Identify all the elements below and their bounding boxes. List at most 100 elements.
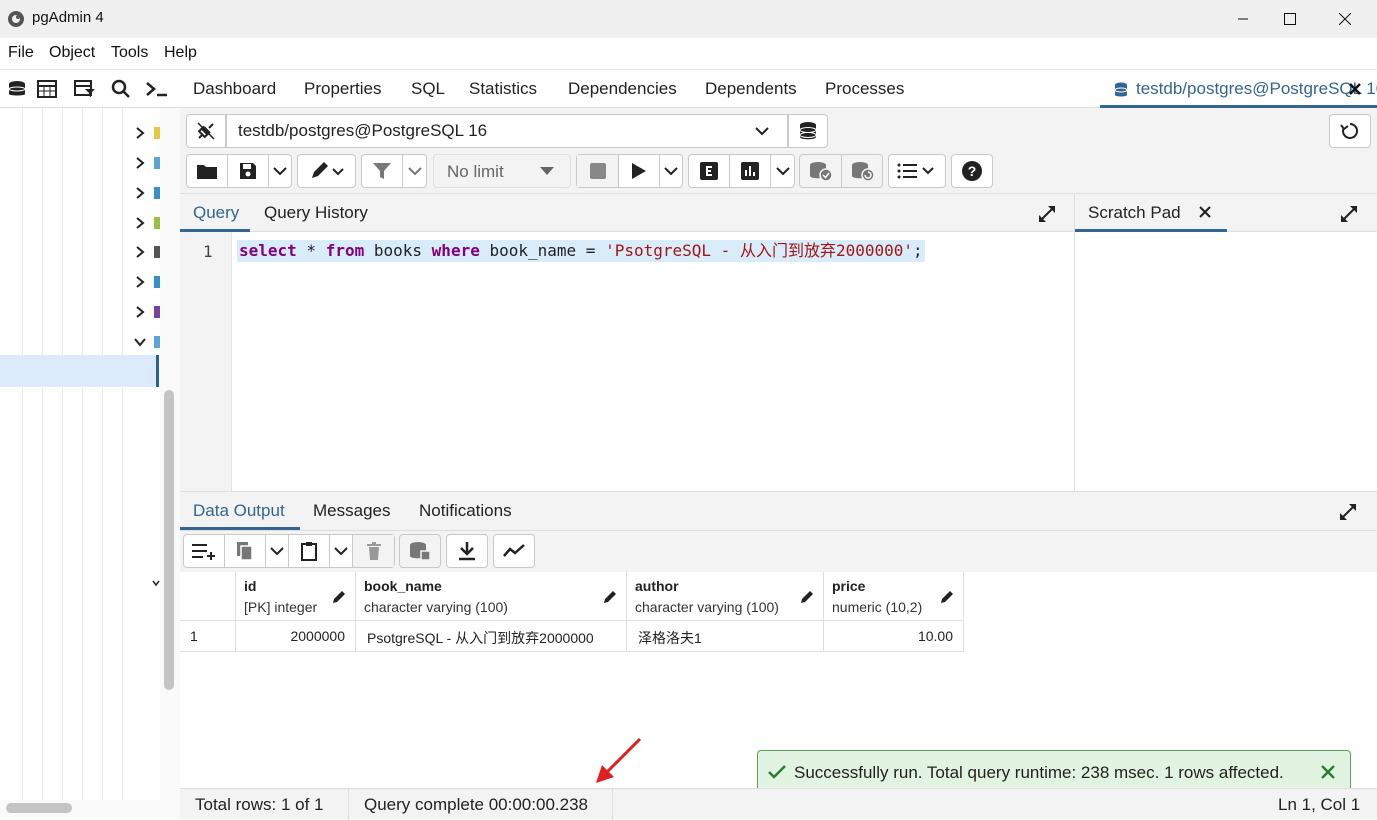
tab-statistics[interactable]: Statistics: [469, 79, 537, 99]
cell-author[interactable]: 泽格洛夫1: [627, 621, 824, 652]
chevron-right-icon[interactable]: [134, 276, 146, 288]
expand-icon[interactable]: [1340, 205, 1358, 223]
tab-notifications[interactable]: Notifications: [419, 501, 512, 521]
editor-gutter: 1: [180, 232, 232, 491]
download-button[interactable]: [446, 534, 488, 568]
close-window-button[interactable]: [1322, 0, 1368, 38]
tree-selected-row[interactable]: [0, 355, 156, 387]
filter-table-icon[interactable]: [68, 72, 102, 106]
open-file-icon[interactable]: [187, 155, 227, 187]
svg-text:?: ?: [968, 163, 977, 179]
connection-select[interactable]: testdb/postgres@PostgreSQL 16: [226, 114, 788, 148]
rollback-icon[interactable]: [842, 155, 883, 187]
tab-messages[interactable]: Messages: [313, 501, 390, 521]
tab-dependents[interactable]: Dependents: [705, 79, 797, 99]
chevron-down-icon[interactable]: [266, 535, 288, 567]
tab-properties[interactable]: Properties: [304, 79, 381, 99]
execute-play-icon[interactable]: [619, 155, 659, 187]
cell-book_name[interactable]: PsotgreSQL - 从入门到放弃2000000: [356, 621, 627, 652]
column-header-price[interactable]: price numeric (10,2): [824, 572, 964, 621]
tab-sql[interactable]: SQL: [411, 79, 445, 99]
copy-icon[interactable]: [225, 535, 265, 567]
minimize-button[interactable]: [1220, 0, 1266, 38]
chevron-right-icon[interactable]: [134, 217, 146, 229]
expand-icon[interactable]: [1038, 205, 1056, 223]
macros-group: [888, 154, 946, 188]
pgadmin-logo-icon: [7, 10, 25, 28]
database-icon[interactable]: [0, 72, 34, 106]
chevron-down-icon[interactable]: [771, 155, 794, 187]
edit-pencil-icon[interactable]: [298, 155, 355, 187]
help-group: ?: [951, 154, 993, 188]
new-connection-button[interactable]: [788, 114, 828, 148]
chevron-right-icon[interactable]: [134, 127, 146, 139]
line-chart-icon: [494, 535, 534, 567]
menu-tools[interactable]: Tools: [111, 44, 148, 62]
commit-icon[interactable]: [800, 155, 841, 187]
chevron-right-icon[interactable]: [134, 246, 146, 258]
tab-data-output[interactable]: Data Output: [180, 492, 300, 530]
cell-price[interactable]: 10.00: [824, 621, 964, 652]
menu-object[interactable]: Object: [49, 44, 95, 62]
row-limit-select[interactable]: No limit: [433, 154, 571, 188]
row-number-cell[interactable]: 1: [180, 621, 236, 652]
refresh-button[interactable]: [1329, 114, 1371, 148]
close-tab-icon[interactable]: [1348, 82, 1362, 96]
tab-dashboard[interactable]: Dashboard: [193, 79, 276, 99]
chevron-down-icon[interactable]: [134, 336, 146, 348]
code-line[interactable]: select * from books where book_name = 'P…: [237, 240, 925, 262]
column-header-author[interactable]: author character varying (100): [627, 572, 824, 621]
tab-query-tool[interactable]: testdb/postgres@PostgreSQL 16*: [1100, 70, 1377, 108]
explain-analyze-icon[interactable]: [730, 155, 770, 187]
delete-icon[interactable]: [353, 535, 394, 567]
chevron-down-icon[interactable]: [269, 155, 291, 187]
menu-file[interactable]: File: [8, 44, 34, 62]
connection-status-button[interactable]: [186, 114, 226, 148]
chevron-right-icon[interactable]: [134, 187, 146, 199]
chevron-right-icon[interactable]: [134, 157, 146, 169]
close-icon[interactable]: [1321, 765, 1335, 779]
macros-list-icon[interactable]: [889, 155, 945, 187]
column-header-id[interactable]: id [PK] integer: [236, 572, 356, 621]
cursor-position: Ln 1, Col 1: [1278, 795, 1361, 814]
filter-icon[interactable]: [362, 155, 402, 187]
paste-icon[interactable]: [289, 535, 329, 567]
graph-visualiser-button[interactable]: [493, 534, 535, 568]
tab-processes[interactable]: Processes: [825, 79, 904, 99]
tab-query-history[interactable]: Query History: [264, 203, 368, 223]
tab-dependencies[interactable]: Dependencies: [568, 79, 677, 99]
tree-hscroll-thumb[interactable]: [6, 803, 72, 813]
column-header-book_name[interactable]: book_name character varying (100): [356, 572, 627, 621]
tab-scratch-pad[interactable]: Scratch Pad: [1075, 194, 1227, 232]
add-row-icon[interactable]: [184, 535, 224, 567]
sql-editor[interactable]: [180, 232, 1074, 491]
chevron-down-icon[interactable]: [403, 155, 427, 187]
save-icon[interactable]: [228, 155, 268, 187]
cell-id[interactable]: 2000000: [236, 621, 356, 652]
edit-pencil-icon[interactable]: [603, 590, 617, 604]
search-icon[interactable]: [104, 72, 138, 106]
keyword-select: select: [239, 241, 297, 260]
chevron-right-icon[interactable]: [134, 306, 146, 318]
psql-terminal-icon[interactable]: [140, 72, 174, 106]
expand-icon[interactable]: [1339, 503, 1357, 521]
save-data-button[interactable]: [399, 534, 441, 568]
edit-pencil-icon[interactable]: [940, 590, 954, 604]
edit-pencil-icon[interactable]: [800, 590, 814, 604]
help-icon[interactable]: ?: [952, 155, 992, 187]
stop-icon[interactable]: [577, 155, 618, 187]
scratch-pad-body[interactable]: [1074, 232, 1377, 491]
close-icon[interactable]: [1199, 206, 1211, 218]
explain-icon[interactable]: [689, 155, 729, 187]
menu-help[interactable]: Help: [164, 44, 197, 62]
chevron-down-icon[interactable]: [660, 155, 682, 187]
maximize-button[interactable]: [1267, 0, 1313, 38]
row-number-header[interactable]: [180, 572, 236, 621]
table-view-icon[interactable]: [30, 72, 64, 106]
line-number: 1: [203, 242, 213, 261]
tree-scroll-thumb[interactable]: [164, 390, 174, 690]
edit-pencil-icon[interactable]: [332, 590, 346, 604]
tab-query[interactable]: Query: [180, 194, 250, 232]
total-rows: Total rows: 1 of 1: [195, 795, 324, 814]
chevron-down-icon[interactable]: [330, 535, 352, 567]
